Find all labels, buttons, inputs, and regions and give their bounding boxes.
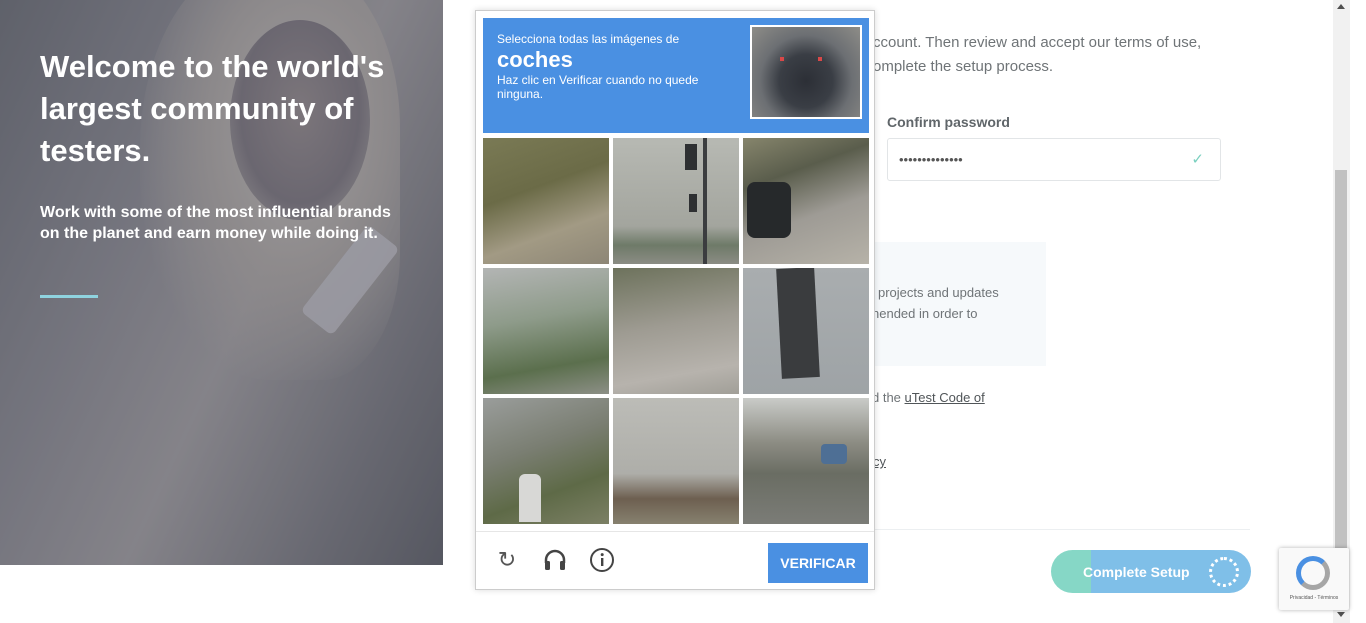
complete-setup-button[interactable]: Complete Setup	[1051, 550, 1251, 593]
pole-shape	[776, 268, 820, 379]
reload-icon[interactable]: ↻	[494, 547, 520, 573]
captcha-tile[interactable]	[613, 268, 739, 394]
hero-subtitle: Work with some of the most influential b…	[40, 204, 391, 242]
complete-setup-label: Complete Setup	[1083, 564, 1190, 580]
scroll-down-icon[interactable]	[1337, 612, 1345, 617]
captcha-tile[interactable]	[743, 398, 869, 524]
confirm-password-field[interactable]: •••••••••••••• ✓	[887, 138, 1221, 181]
loading-spinner-icon	[1209, 557, 1239, 587]
hero-title: Welcome to the world's largest community…	[40, 49, 385, 168]
form-intro-line2: omplete the setup process.	[873, 58, 1054, 75]
confirm-password-value: ••••••••••••••	[899, 152, 963, 167]
audio-icon[interactable]	[542, 547, 568, 573]
traffic-light	[685, 144, 697, 170]
captcha-sample-image	[750, 25, 862, 119]
scroll-thumb[interactable]	[1335, 170, 1347, 590]
scroll-up-icon[interactable]	[1337, 4, 1345, 9]
captcha-dialog: Selecciona todas las imágenes de coches …	[475, 10, 875, 590]
captcha-tile[interactable]	[613, 138, 739, 264]
captcha-image-grid	[483, 138, 869, 524]
page-scrollbar[interactable]	[1333, 0, 1350, 623]
code-of-conduct-prefix: d the	[872, 390, 905, 405]
form-intro-line1: ccount. Then review and accept our terms…	[873, 34, 1202, 51]
captcha-instruction-verify: Haz clic en Verificar cuando no quede ni…	[497, 73, 699, 101]
recaptcha-badge[interactable]: Privacidad - Términos	[1279, 548, 1349, 610]
code-of-conduct-link[interactable]: uTest Code of	[905, 390, 985, 405]
captcha-tile[interactable]	[483, 138, 609, 264]
form-divider	[870, 529, 1250, 530]
recaptcha-terms[interactable]: Privacidad - Términos	[1279, 595, 1349, 601]
confirm-password-label: Confirm password	[887, 114, 1010, 130]
notice-line1: projects and updates	[878, 285, 999, 300]
captcha-target: coches	[497, 47, 573, 72]
captcha-tile[interactable]	[483, 268, 609, 394]
code-of-conduct-text: d the uTest Code of	[872, 390, 985, 405]
info-icon[interactable]	[589, 547, 615, 573]
car-shape	[747, 182, 791, 238]
captcha-tile[interactable]	[613, 398, 739, 524]
hero-panel: Welcome to the world's largest community…	[0, 0, 443, 565]
notice-box: projects and updates nended in order to	[870, 242, 1046, 366]
verify-button[interactable]: VERIFICAR	[768, 543, 868, 583]
notice-line2: nended in order to	[872, 306, 978, 321]
traffic-light	[689, 194, 697, 212]
hero-accent-bar	[40, 295, 98, 298]
recaptcha-logo-icon	[1296, 556, 1330, 590]
hydrant-shape	[519, 474, 541, 522]
captcha-instruction: Selecciona todas las imágenes de	[497, 32, 680, 46]
captcha-header: Selecciona todas las imágenes de coches …	[483, 18, 869, 133]
car-shape	[821, 444, 847, 464]
captcha-tile[interactable]	[743, 138, 869, 264]
checkmark-icon: ✓	[1191, 151, 1204, 168]
captcha-footer: ↻ VERIFICAR	[476, 531, 874, 589]
captcha-tile[interactable]	[483, 398, 609, 524]
traffic-light-pole	[703, 138, 707, 264]
captcha-tile[interactable]	[743, 268, 869, 394]
